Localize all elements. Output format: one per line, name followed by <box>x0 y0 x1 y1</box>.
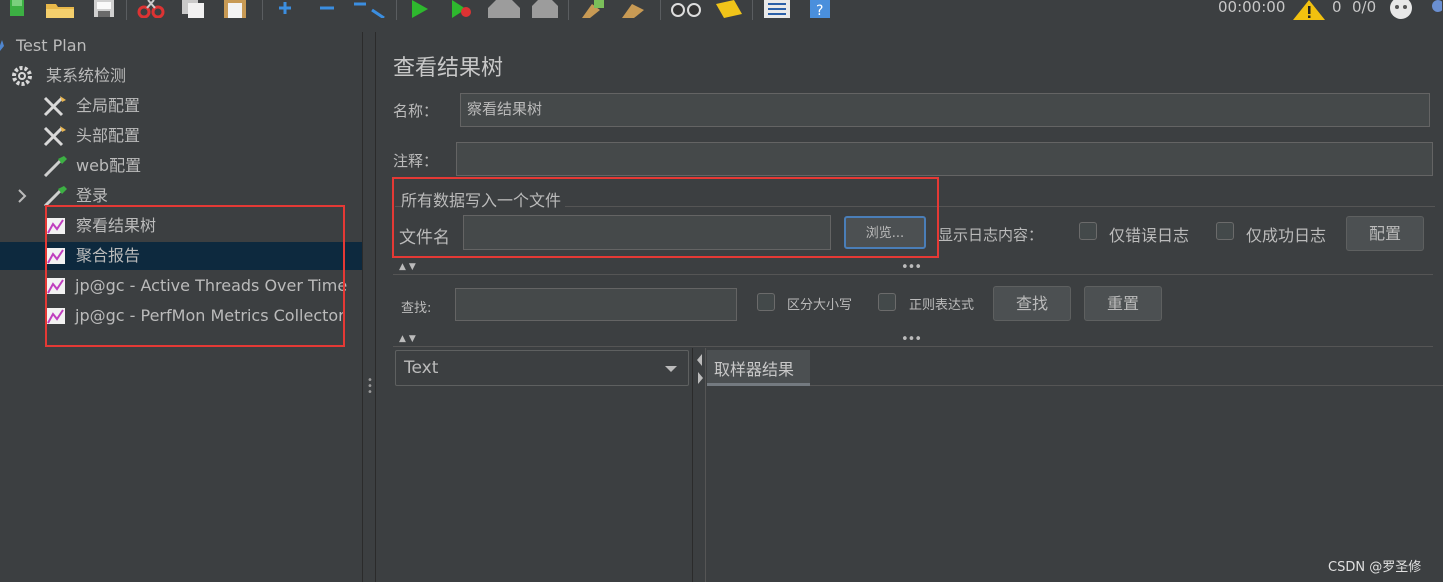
new-icon[interactable] <box>4 0 30 18</box>
success-only-label: 仅成功日志 <box>1246 226 1327 245</box>
wrench-icon <box>43 96 66 117</box>
tree-item-label: 登录 <box>76 186 109 205</box>
results-list[interactable] <box>377 392 691 582</box>
tree-item-label: jp@gc - PerfMon Metrics Collector <box>75 306 345 325</box>
tab-baseline <box>810 385 1443 386</box>
function-helper-icon[interactable] <box>760 0 794 18</box>
clear-all-icon[interactable] <box>618 0 652 18</box>
wrench-icon <box>43 126 66 147</box>
renderer-select[interactable]: Text <box>395 350 689 386</box>
elapsed-time: 00:00:00 <box>1218 0 1286 16</box>
collapse-arrows[interactable]: ▲▼ <box>399 334 419 344</box>
test-plan-tree: Test Plan 某系统检测 全局配置 头部配置 web配置 登录 察看结果树… <box>0 32 362 582</box>
chevron-down-icon <box>665 366 677 372</box>
pane-splitter[interactable]: • • • <box>362 32 376 582</box>
case-sensitive-checkbox[interactable] <box>757 293 775 311</box>
toolbar: ? 00:00:00 0 0/0 <box>0 0 1443 22</box>
page-title: 查看结果树 <box>393 56 504 81</box>
results-splitter[interactable] <box>692 348 693 582</box>
tab-sampler-result[interactable]: 取样器结果 <box>707 350 810 386</box>
splitter-grip[interactable]: • • • <box>367 376 373 398</box>
paste-icon[interactable] <box>220 0 250 18</box>
warning-icon[interactable] <box>1292 0 1326 20</box>
expand-icon[interactable] <box>274 0 296 18</box>
clear-icon[interactable] <box>578 0 608 18</box>
toggle-icon[interactable] <box>352 0 386 18</box>
detail-border <box>705 348 706 582</box>
tree-item-label: Test Plan <box>16 36 87 55</box>
svg-text:?: ? <box>816 3 823 18</box>
collapse-icon[interactable] <box>316 0 338 18</box>
divider-grip[interactable]: ••• <box>901 260 922 275</box>
pipette-icon <box>43 156 67 177</box>
tree-item-label: 某系统检测 <box>46 66 127 85</box>
warning-count: 0 <box>1332 0 1342 16</box>
log-display-label: 显示日志内容： <box>938 226 1044 244</box>
view-results-tree-panel: 查看结果树 名称： 察看结果树 注释： 所有数据写入一个文件 文件名 浏览...… <box>377 32 1443 582</box>
cut-icon[interactable] <box>136 0 166 18</box>
divider-grip[interactable]: ••• <box>901 332 922 347</box>
errors-only-checkbox[interactable] <box>1079 222 1097 240</box>
remote-status-icon[interactable] <box>1384 0 1418 20</box>
open-icon[interactable] <box>44 0 76 18</box>
chevron-right-icon[interactable] <box>16 186 28 206</box>
split-arrows-icon[interactable] <box>695 352 705 386</box>
success-only-checkbox[interactable] <box>1216 222 1234 240</box>
filename-label: 文件名 <box>399 228 450 248</box>
start-icon[interactable] <box>406 0 432 18</box>
regex-label: 正则表达式 <box>909 298 975 313</box>
regex-checkbox[interactable] <box>878 293 896 311</box>
browse-button[interactable]: 浏览... <box>844 216 926 249</box>
copy-icon[interactable] <box>178 0 210 18</box>
name-field[interactable]: 察看结果树 <box>460 93 1430 127</box>
test-plan-icon <box>0 40 4 51</box>
listener-chart-icon <box>47 308 65 324</box>
search-input[interactable] <box>455 288 737 321</box>
pipette-icon <box>43 186 67 207</box>
file-section-title: 所有数据写入一个文件 <box>401 187 566 211</box>
renderer-select-value: Text <box>404 358 439 378</box>
collapse-arrows[interactable]: ▲▼ <box>399 262 419 272</box>
log-viewer-icon[interactable] <box>1428 0 1442 18</box>
save-icon[interactable] <box>90 0 118 18</box>
name-label: 名称： <box>393 102 439 120</box>
tree-item-label: 察看结果树 <box>76 216 157 235</box>
reset-search-icon[interactable] <box>712 0 746 18</box>
search-icon[interactable] <box>668 0 704 18</box>
help-icon[interactable]: ? <box>806 0 834 18</box>
comment-field[interactable] <box>456 142 1433 176</box>
tree-item-label: jp@gc - Active Threads Over Time <box>75 276 348 295</box>
tree-item-label: 全局配置 <box>76 96 141 115</box>
start-no-pause-icon[interactable] <box>448 0 476 18</box>
errors-only-label: 仅错误日志 <box>1109 226 1190 245</box>
tree-item-label: 头部配置 <box>76 126 141 145</box>
tree-item-label: 聚合报告 <box>76 246 141 265</box>
configure-button[interactable]: 配置 <box>1346 216 1424 251</box>
find-button[interactable]: 查找 <box>993 286 1071 321</box>
tree-item-label: web配置 <box>76 156 142 175</box>
case-sensitive-label: 区分大小写 <box>787 298 853 313</box>
search-label: 查找: <box>401 301 432 316</box>
tab-label: 取样器结果 <box>714 360 795 379</box>
thread-count: 0/0 <box>1352 0 1377 16</box>
listener-chart-icon <box>47 248 65 264</box>
watermark: CSDN @罗圣修 <box>1328 560 1422 575</box>
gear-icon <box>12 66 32 86</box>
shutdown-icon[interactable] <box>530 0 560 18</box>
listener-chart-icon <box>47 278 65 294</box>
listener-chart-icon <box>47 218 65 234</box>
reset-button[interactable]: 重置 <box>1084 286 1162 321</box>
stop-icon[interactable] <box>486 0 522 18</box>
comment-label: 注释： <box>393 152 439 170</box>
filename-field[interactable] <box>463 215 831 250</box>
